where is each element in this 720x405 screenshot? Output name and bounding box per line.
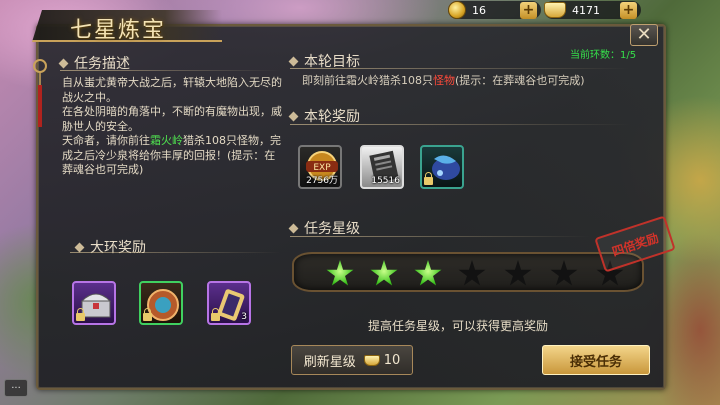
divider xyxy=(70,252,280,253)
add-coins-button[interactable]: + xyxy=(520,1,537,19)
add-ingots-button[interactable]: + xyxy=(620,1,637,19)
coin-amount: 16 xyxy=(472,3,486,17)
ring-rewards-heading-text: 大环奖励 xyxy=(90,240,146,256)
refresh-cost: 10 xyxy=(383,352,401,368)
diamond-icon xyxy=(288,223,299,233)
round-count: 当前环数：1/5 xyxy=(570,50,637,61)
reward-qty: 2756万 xyxy=(306,176,338,186)
ring-rewards-heading: 大环奖励 xyxy=(74,237,146,257)
ingot-resource: 4171 + xyxy=(544,0,641,20)
lock-icon xyxy=(424,172,433,185)
goal-text-b: (提示：在葬魂谷也可完成) xyxy=(455,74,585,87)
round-goal-text: 即刻前往霜火岭猎杀108只怪物(提示：在葬魂谷也可完成) xyxy=(302,72,585,88)
reward-qty: 3 xyxy=(241,312,247,322)
close-button[interactable]: ✕ xyxy=(630,24,658,46)
star-icon xyxy=(370,260,398,286)
lock-icon xyxy=(76,308,85,321)
task-stars-heading: 任务星级 xyxy=(288,218,360,238)
lock-icon xyxy=(143,308,152,321)
chat-button[interactable]: ··· xyxy=(4,379,28,397)
svg-text:EXP: EXP xyxy=(313,163,331,173)
diamond-icon xyxy=(288,56,299,66)
reward-slot-scroll[interactable]: 15516 xyxy=(360,145,404,189)
coin-resource: 16 + xyxy=(448,0,541,20)
task-stars-heading-text: 任务星级 xyxy=(304,221,360,237)
ring-reward-slot-jade[interactable] xyxy=(139,281,183,325)
ring-reward-slot-chest[interactable] xyxy=(72,281,116,325)
star-icon xyxy=(550,260,578,286)
task-description: 自从蚩尤黄帝大战之后，轩辕大地陷入无尽的战火之中。 在各处阴暗的角落中，不断的有… xyxy=(62,76,282,178)
divider xyxy=(60,70,280,71)
desc-place-link[interactable]: 霜火岭 xyxy=(150,134,183,147)
refresh-stars-button[interactable]: 刷新星级 10 xyxy=(291,345,413,375)
close-icon: ✕ xyxy=(636,24,652,45)
desc-line-2: 在各处阴暗的角落中，不断的有魔物出现，威胁世人的安全。 xyxy=(62,105,282,133)
window-title: 七星炼宝 xyxy=(70,18,167,43)
accept-task-button[interactable]: 接受任务 xyxy=(542,345,650,375)
ingot-amount: 4171 xyxy=(572,3,600,17)
desc-line-3: 天命者，请你前往霜火岭猎杀108只怪物，完成之后冷少泉将给你丰厚的回报！(提示：… xyxy=(62,134,282,178)
coin-icon xyxy=(448,1,466,19)
star-hint: 提高任务星级，可以获得更高奖励 xyxy=(368,319,549,333)
reward-qty: 15516 xyxy=(371,176,400,186)
desc-line-1: 自从蚩尤黄帝大战之后，轩辕大地陷入无尽的战火之中。 xyxy=(62,76,282,104)
divider xyxy=(290,68,630,69)
chat-icon: ··· xyxy=(11,382,21,394)
ingot-icon xyxy=(544,2,566,18)
refresh-label: 刷新星级 xyxy=(303,354,356,370)
goal-target[interactable]: 怪物 xyxy=(433,74,455,87)
diamond-icon xyxy=(74,242,85,252)
lock-icon xyxy=(211,308,220,321)
round-rewards-heading-text: 本轮奖励 xyxy=(304,109,360,125)
accept-label: 接受任务 xyxy=(569,354,622,370)
star-icon xyxy=(414,260,442,286)
ingot-icon xyxy=(363,354,380,366)
star-icon xyxy=(504,260,532,286)
ring-reward-slot-talisman[interactable]: 3 xyxy=(207,281,251,325)
divider xyxy=(290,124,630,125)
star-icon xyxy=(326,260,354,286)
divider xyxy=(290,236,590,237)
hanging-ornament-icon xyxy=(33,59,47,127)
star-rating-bar xyxy=(292,252,644,292)
star-icon xyxy=(458,260,486,286)
reward-slot-spirit-stone[interactable] xyxy=(420,145,464,189)
diamond-icon xyxy=(288,111,299,121)
goal-text-a: 即刻前往霜火岭猎杀108只 xyxy=(302,74,433,87)
round-rewards-heading: 本轮奖励 xyxy=(288,106,360,126)
reward-slot-exp[interactable]: EXP 2756万 xyxy=(298,145,342,189)
diamond-icon xyxy=(58,58,69,68)
desc-line-3-a: 天命者，请你前往 xyxy=(62,134,150,147)
